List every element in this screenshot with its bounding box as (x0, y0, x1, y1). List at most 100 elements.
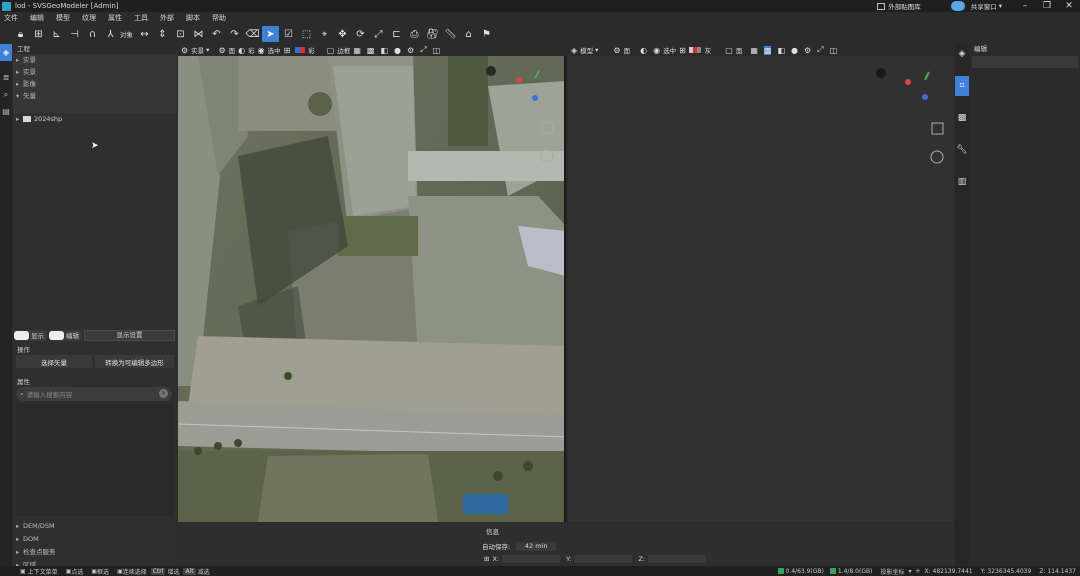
tree-item-folder[interactable]: ▸ 2024shp (13, 113, 177, 125)
building-icon[interactable]: ⌂ (460, 26, 477, 42)
half-icon[interactable]: ◧ (777, 46, 785, 55)
project-cube-icon[interactable]: ◈ (0, 44, 12, 61)
split-icon[interactable]: ◫ (830, 46, 838, 55)
gear-icon[interactable]: ⚙ (181, 46, 188, 55)
object-mode-dropdown[interactable]: 对象 (120, 29, 133, 39)
edit-toggle[interactable]: 编辑 (49, 329, 82, 341)
delete-icon[interactable]: ⌫ (244, 26, 261, 42)
wrench-icon[interactable]: 🔧︎ (955, 140, 969, 160)
lock-list-icon[interactable]: ⊞ (30, 26, 47, 42)
menu-edit[interactable]: 编辑 (30, 13, 44, 23)
external-texture-library-button[interactable]: 外部贴图库 (877, 1, 921, 11)
tree-item-image[interactable]: ▸ 影像 (13, 78, 177, 90)
checker-icon[interactable]: ▩ (367, 46, 375, 55)
cube-icon[interactable]: ◈ (571, 46, 577, 55)
square-icon[interactable]: ▢ (327, 46, 335, 55)
padlock-icon[interactable]: 🔐︎ (424, 26, 441, 42)
cube-icon[interactable]: ◈ (955, 44, 969, 64)
tree-item-dem[interactable]: ▸ DEM/DSM (13, 520, 177, 533)
menu-texture[interactable]: 纹理 (82, 13, 96, 23)
expand-icon[interactable]: ⤢ (817, 45, 823, 55)
maximize-button[interactable]: ❐ (1036, 0, 1058, 12)
wireframe-icon[interactable]: ⚙ (218, 46, 225, 55)
menu-file[interactable]: 文件 (4, 13, 18, 23)
search-icon[interactable]: ⌕ (0, 86, 12, 103)
z-input[interactable] (648, 555, 707, 563)
model-viewport[interactable] (568, 56, 954, 522)
crop-icon[interactable]: ⊏ (388, 26, 405, 42)
face-dropdown[interactable]: 面 (736, 45, 743, 55)
texture-icon[interactable]: ⊞ (284, 46, 291, 55)
half-icon[interactable]: ◧ (380, 46, 388, 55)
share-window-button[interactable]: 共享窗口 ▾ (971, 1, 1002, 11)
close-button[interactable]: ✕ (1058, 0, 1080, 12)
move-icon[interactable]: ↔ (136, 26, 153, 42)
autosave-interval-input[interactable]: 42 min (516, 541, 557, 551)
search-input[interactable]: 请输入搜索内容 (27, 389, 73, 399)
expand-icon[interactable]: ⤢ (420, 45, 426, 55)
eye-icon[interactable]: ◉ (258, 46, 265, 55)
color-mode-dropdown[interactable]: 彩 (248, 45, 255, 55)
gray-swatch[interactable] (696, 47, 701, 53)
user-avatar-button[interactable] (950, 1, 965, 11)
axis-icon[interactable]: ⊾ (48, 26, 65, 42)
grid-icon[interactable]: ▦ (353, 46, 361, 55)
lock-icon[interactable]: 🔒︎ (12, 26, 29, 42)
rotate-icon[interactable]: ⟳ (352, 26, 369, 42)
wireframe-icon[interactable]: ⚙ (613, 46, 620, 55)
display-settings-button[interactable]: 显示设置 (84, 329, 175, 341)
gray-label[interactable]: 灰 (705, 45, 712, 55)
select-arrow-icon[interactable]: ➤ (262, 26, 279, 42)
minimize-button[interactable]: – (1014, 0, 1036, 12)
layers-icon[interactable]: ≣ (0, 69, 12, 86)
undo-icon[interactable]: ↶ (208, 26, 225, 42)
settings-icon[interactable]: ⚙ (407, 46, 414, 55)
convert-polygon-button[interactable]: 转换为可编辑多边形 (95, 355, 174, 368)
tree-item-reality-2[interactable]: ▸ 实景 (13, 66, 177, 78)
tree-item-vector[interactable]: ▾ 矢量 (13, 90, 177, 102)
x-input[interactable] (502, 555, 561, 563)
ruler-icon[interactable]: 📏︎ (442, 26, 459, 42)
sphere-icon[interactable]: ◐ (238, 46, 245, 55)
display-mode-dropdown[interactable]: 选中 (663, 45, 676, 55)
sphere-icon[interactable]: ◐ (640, 46, 647, 55)
show-toggle[interactable]: 显示 (14, 329, 47, 341)
menu-help[interactable]: 帮助 (212, 13, 226, 23)
display-mode-dropdown[interactable]: 选中 (268, 45, 281, 55)
reality-viewport[interactable] (178, 56, 566, 522)
wire-mode-dropdown[interactable]: 面 (229, 45, 236, 55)
menu-external[interactable]: 外部 (160, 13, 174, 23)
comment-icon[interactable]: ▤ (0, 103, 12, 120)
tree-item-dom[interactable]: ▸ DOM (13, 533, 177, 546)
settings-icon[interactable]: ⚙ (804, 46, 811, 55)
resize-icon[interactable]: ⤢ (370, 26, 387, 42)
menu-tools[interactable]: 工具 (134, 13, 148, 23)
scale-icon[interactable]: ⇕ (154, 26, 171, 42)
y-input[interactable] (574, 555, 633, 563)
transform-icon[interactable]: ⊡ (172, 26, 189, 42)
menu-attribute[interactable]: 属性 (108, 13, 122, 23)
dot-icon[interactable]: ● (394, 46, 401, 55)
view-mode-dropdown[interactable]: 实景 (191, 45, 204, 55)
split-icon[interactable]: ◫ (433, 46, 441, 55)
edit-target-select[interactable] (972, 56, 1078, 68)
box-select-icon[interactable]: ⬚ (298, 26, 315, 42)
model-mode-dropdown[interactable]: 模型 (580, 45, 593, 55)
snap-icon[interactable]: ∩ (84, 26, 101, 42)
checker-icon[interactable]: ▩ (955, 108, 969, 128)
texture-icon[interactable]: ⊞ (679, 46, 686, 55)
checker-icon[interactable]: ▩ (763, 45, 772, 55)
projection-dropdown[interactable]: 投影坐标 (880, 567, 904, 576)
book-icon[interactable]: ▥ (955, 172, 969, 192)
transform-icon[interactable]: ⌗ (955, 76, 969, 96)
eye-icon[interactable]: ◉ (653, 46, 660, 55)
flag-icon[interactable]: ⚑ (478, 26, 495, 42)
wire-mode-dropdown[interactable]: 面 (624, 45, 631, 55)
properties-search[interactable]: ⌕ 请输入搜索内容 ✕ (16, 387, 172, 401)
select-vector-button[interactable]: 选择矢量 (16, 355, 92, 368)
tree-item-reality-1[interactable]: ▸ 实景 (13, 54, 177, 66)
clear-icon[interactable]: ✕ (159, 389, 168, 398)
menu-model[interactable]: 模型 (56, 13, 70, 23)
pan-icon[interactable]: ✥ (334, 26, 351, 42)
menu-script[interactable]: 脚本 (186, 13, 200, 23)
